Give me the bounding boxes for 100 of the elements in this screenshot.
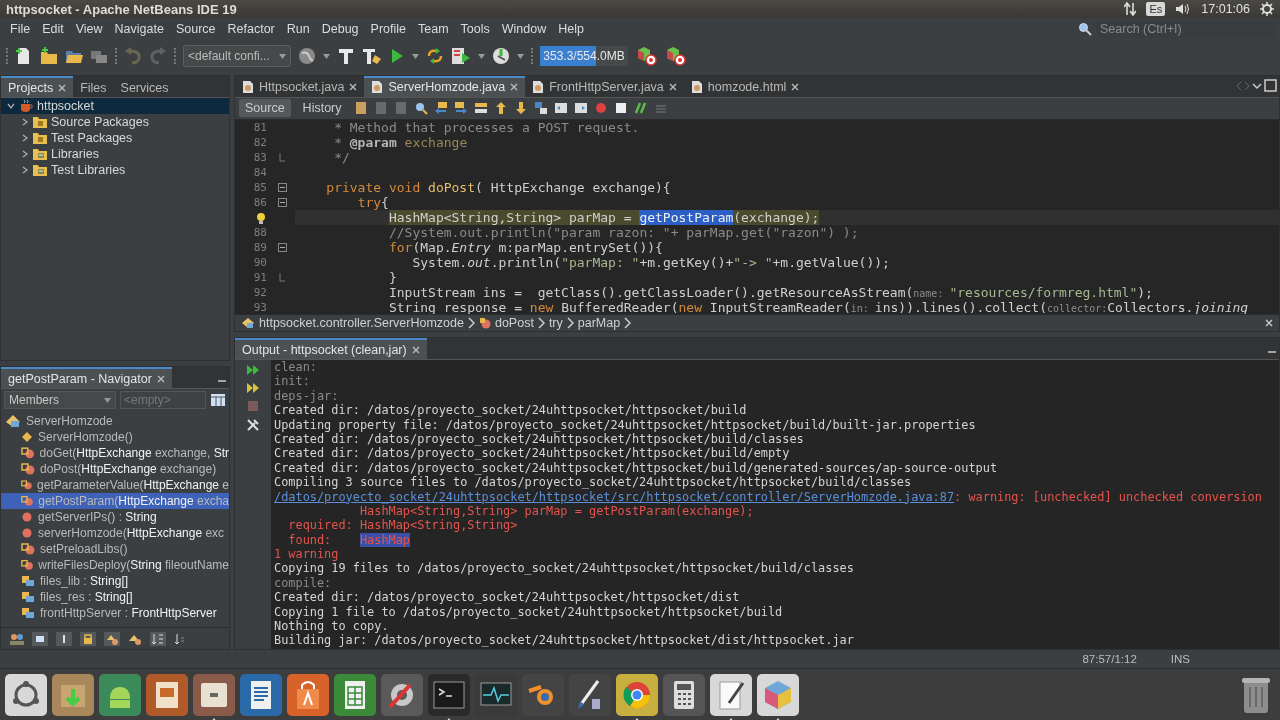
run-icon[interactable] bbox=[389, 47, 405, 65]
file-tab[interactable]: ServerHomzode.java bbox=[364, 76, 526, 97]
filter-dropdown[interactable]: Members bbox=[4, 391, 116, 409]
garbage-collect-icon[interactable] bbox=[664, 46, 686, 66]
file-link[interactable]: /datos/proyecto_socket/24uhttpsocket/httpsocket/src/httpsocket/controller/ServerHomzode.java:87 bbox=[274, 489, 955, 504]
menu-item[interactable]: Edit bbox=[36, 22, 70, 36]
menu-item[interactable]: Debug bbox=[315, 22, 365, 36]
globe-icon[interactable] bbox=[298, 47, 316, 65]
menu-item[interactable]: Source bbox=[169, 22, 222, 36]
shapes-icon[interactable] bbox=[103, 630, 121, 647]
fold-icon[interactable] bbox=[277, 197, 287, 207]
hammer-broom-icon[interactable] bbox=[362, 47, 382, 65]
circle-colors-icon[interactable] bbox=[615, 672, 659, 717]
brush-icon[interactable] bbox=[568, 672, 612, 717]
arrow-right-icon[interactable] bbox=[453, 101, 468, 116]
document-icon[interactable] bbox=[353, 101, 368, 116]
people-icon[interactable] bbox=[9, 631, 25, 646]
gear-icon[interactable] bbox=[1260, 2, 1274, 16]
panel-tab[interactable]: getPostParam - Navigator bbox=[1, 367, 172, 388]
sort-icon[interactable] bbox=[149, 630, 167, 647]
tree-item[interactable]: Test Libraries bbox=[1, 162, 229, 178]
indent-icon[interactable] bbox=[573, 101, 588, 116]
close-icon[interactable] bbox=[156, 374, 165, 383]
magnifier-icon[interactable] bbox=[413, 101, 428, 116]
member-item[interactable]: getPostParam(HttpExchange excha bbox=[1, 493, 229, 509]
shopping-bag-icon[interactable] bbox=[286, 672, 330, 717]
menu-item[interactable]: Refactor bbox=[221, 22, 281, 36]
garbage-collect-icon[interactable] bbox=[635, 46, 657, 66]
document-icon[interactable] bbox=[239, 672, 283, 717]
square-icon[interactable] bbox=[31, 630, 49, 647]
menu-item[interactable]: Window bbox=[495, 22, 553, 36]
close-icon[interactable] bbox=[411, 345, 420, 354]
record-icon[interactable] bbox=[593, 101, 608, 116]
close-icon[interactable] bbox=[349, 83, 358, 92]
caret-icon[interactable] bbox=[279, 53, 286, 59]
menu-item[interactable]: Team bbox=[412, 22, 455, 36]
sort-down-icon[interactable] bbox=[173, 631, 185, 646]
panel-tab[interactable]: Files bbox=[73, 76, 114, 97]
fold-icon[interactable] bbox=[277, 182, 287, 192]
caret-icon[interactable] bbox=[323, 53, 330, 59]
menu-item[interactable]: View bbox=[69, 22, 109, 36]
wrench-icon[interactable] bbox=[246, 418, 260, 432]
comment-icon[interactable] bbox=[633, 101, 648, 116]
menu-item[interactable]: Help bbox=[552, 22, 590, 36]
spreadsheet-icon[interactable] bbox=[333, 672, 377, 717]
file-tab[interactable]: Httpsocket.java bbox=[235, 76, 365, 97]
member-item[interactable]: frontHttpServer : FrontHttpServer bbox=[1, 605, 229, 621]
fold-icon[interactable] bbox=[277, 242, 287, 252]
clock[interactable]: 17:01:06 bbox=[1201, 2, 1250, 16]
gauge-icon[interactable] bbox=[492, 47, 510, 65]
double-play-icon[interactable] bbox=[246, 364, 260, 376]
menu-item[interactable]: Navigate bbox=[108, 22, 170, 36]
search-icon[interactable] bbox=[1078, 22, 1092, 36]
close-icon[interactable] bbox=[58, 83, 67, 92]
arrow-left-icon[interactable] bbox=[433, 101, 448, 116]
stop-icon[interactable] bbox=[613, 101, 628, 116]
member-item[interactable]: ServerHomzode() bbox=[1, 429, 229, 445]
member-item[interactable]: serverHomzode(HttpExchange exc bbox=[1, 525, 229, 541]
member-item[interactable]: getParameterValue(HttpExchange e bbox=[1, 477, 229, 493]
terminal-icon[interactable] bbox=[427, 672, 471, 717]
tree-item[interactable]: Source Packages bbox=[1, 114, 229, 130]
outdent-icon[interactable] bbox=[553, 101, 568, 116]
columns-icon[interactable] bbox=[210, 393, 226, 407]
breadcrumb-item[interactable]: try bbox=[548, 316, 563, 331]
filter-field[interactable]: <empty> bbox=[120, 391, 206, 409]
close-icon[interactable] bbox=[510, 83, 519, 92]
speaker-icon[interactable] bbox=[1175, 3, 1192, 15]
refresh-arrows-icon[interactable] bbox=[426, 47, 444, 65]
drawer-icon[interactable] bbox=[192, 672, 236, 717]
breadcrumb-item[interactable]: parMap bbox=[577, 316, 621, 331]
bar-icon[interactable] bbox=[55, 630, 73, 647]
member-item[interactable]: setPreloadLibs() bbox=[1, 541, 229, 557]
member-item[interactable]: writeFilesDeploy(String fileoutName bbox=[1, 557, 229, 573]
file-tab[interactable]: FrontHttpServer.java bbox=[525, 76, 684, 97]
presentation-icon[interactable] bbox=[145, 672, 189, 717]
highlighter-icon[interactable] bbox=[473, 101, 488, 116]
class-node[interactable]: ServerHomzode bbox=[1, 413, 229, 429]
cube-icon[interactable] bbox=[756, 672, 800, 717]
transfer-arrows-icon[interactable] bbox=[1124, 2, 1137, 16]
project-node[interactable]: httpsocket bbox=[1, 98, 229, 114]
lightbulb-icon[interactable] bbox=[255, 211, 267, 224]
caret-icon[interactable] bbox=[412, 53, 419, 59]
view-tab[interactable]: History bbox=[296, 99, 348, 118]
panel-tab[interactable]: Services bbox=[113, 76, 176, 97]
wrench-gear-icon[interactable] bbox=[380, 672, 424, 717]
breadcrumb-item[interactable]: httpsocket.controller.ServerHomzode bbox=[259, 316, 464, 331]
calculator-icon[interactable] bbox=[662, 672, 706, 717]
caret-icon[interactable] bbox=[517, 53, 524, 59]
caret-icon[interactable] bbox=[478, 53, 485, 59]
member-item[interactable]: doPost(HttpExchange exchange) bbox=[1, 461, 229, 477]
close-icon[interactable] bbox=[791, 83, 800, 92]
member-item[interactable]: doGet(HttpExchange exchange, Str bbox=[1, 445, 229, 461]
panel-tab[interactable]: Projects bbox=[1, 76, 74, 97]
menu-item[interactable]: Tools bbox=[454, 22, 496, 36]
new-folder-icon[interactable] bbox=[40, 47, 58, 65]
lock-icon[interactable] bbox=[79, 630, 97, 647]
file-tab[interactable]: homzode.html bbox=[683, 76, 807, 97]
ring-icon[interactable] bbox=[4, 672, 48, 717]
close-icon[interactable] bbox=[1265, 319, 1273, 328]
double-play-icon[interactable] bbox=[246, 382, 260, 394]
